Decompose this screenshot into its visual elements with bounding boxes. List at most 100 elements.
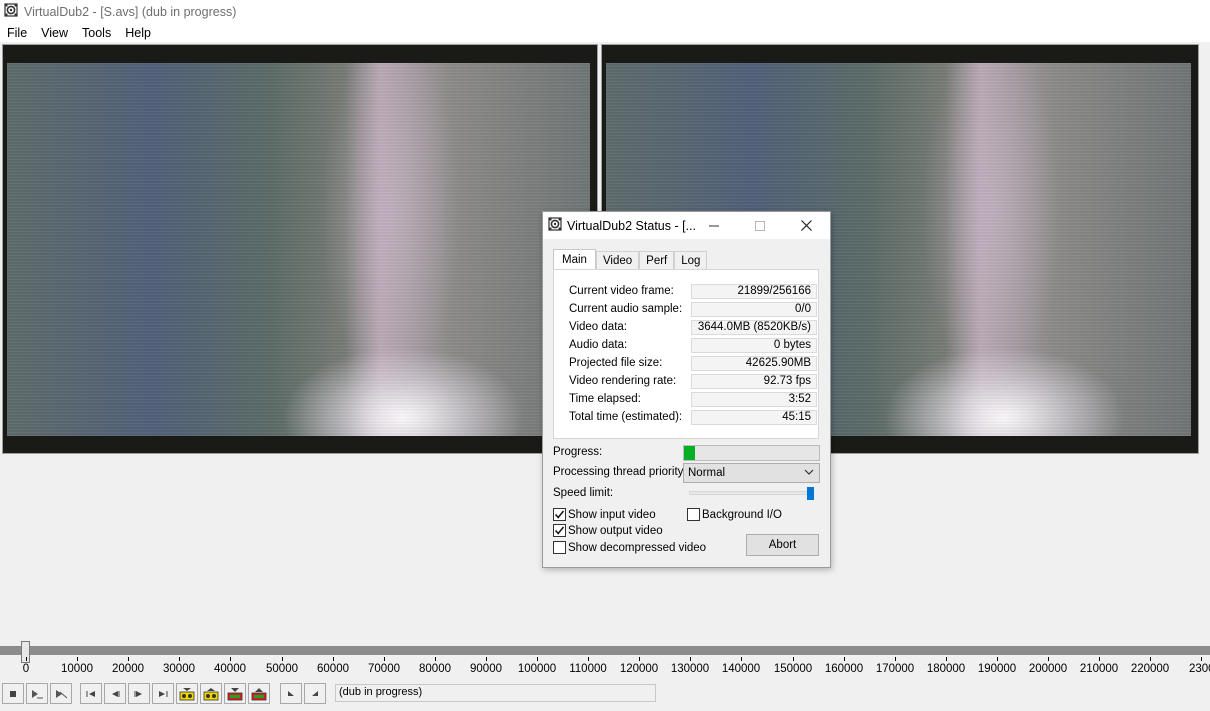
go-to-start-icon[interactable] bbox=[80, 683, 102, 704]
timeline-tick-label: 210000 bbox=[1079, 663, 1119, 675]
stat-label: Total time (estimated): bbox=[569, 411, 683, 423]
maximize-icon[interactable] bbox=[737, 212, 783, 239]
background-io-checkbox[interactable]: Background I/O bbox=[687, 508, 782, 521]
progress-fill bbox=[684, 446, 696, 460]
tab-main[interactable]: Main bbox=[553, 249, 596, 270]
timeline-tick bbox=[486, 657, 487, 661]
close-icon[interactable] bbox=[783, 212, 829, 239]
timeline-ruler: 0 10000 20000 30000 40000 50000 60000 70000 8000… bbox=[0, 657, 1210, 677]
show-decompressed-video-checkbox[interactable]: Show decompressed video bbox=[553, 541, 706, 554]
progress-bar bbox=[683, 445, 820, 461]
stat-label: Projected file size: bbox=[569, 357, 663, 369]
abort-button[interactable]: Abort bbox=[746, 534, 819, 556]
priority-select[interactable]: Normal bbox=[683, 463, 820, 483]
timeline-tick bbox=[793, 657, 794, 661]
window-title: VirtualDub2 - [S.avs] (dub in progress) bbox=[24, 4, 237, 19]
timeline-tick bbox=[128, 657, 129, 661]
checkbox-box[interactable] bbox=[553, 508, 566, 521]
go-to-end-icon[interactable] bbox=[152, 683, 174, 704]
progress-label: Progress: bbox=[553, 446, 603, 458]
timeline-tick-label: 50000 bbox=[266, 663, 298, 675]
stat-value: 21899/256166 bbox=[691, 283, 817, 299]
menu-help[interactable]: Help bbox=[118, 26, 158, 40]
stat-row: Projected file size: 42625.90MB bbox=[569, 354, 817, 372]
timeline-tick bbox=[639, 657, 640, 661]
play-output-icon[interactable] bbox=[50, 683, 72, 704]
stop-icon[interactable] bbox=[2, 683, 24, 704]
status-field: (dub in progress) bbox=[335, 684, 656, 702]
mark-in-icon[interactable] bbox=[280, 683, 302, 704]
stat-value: 0 bytes bbox=[691, 337, 817, 353]
stat-label: Time elapsed: bbox=[569, 393, 641, 405]
status-dialog-title: VirtualDub2 Status - [... bbox=[567, 218, 696, 233]
mark-out-icon[interactable] bbox=[304, 683, 326, 704]
stat-row: Video rendering rate: 92.73 fps bbox=[569, 372, 817, 390]
stat-value: 42625.90MB bbox=[691, 355, 817, 371]
timeline-tick bbox=[230, 657, 231, 661]
menu-bar: File View Tools Help bbox=[0, 23, 1210, 42]
priority-label: Processing thread priority: bbox=[553, 466, 687, 478]
checkbox-box[interactable] bbox=[687, 508, 700, 521]
timeline-tick-label: 70000 bbox=[368, 663, 400, 675]
timeline-tick-label: 60000 bbox=[317, 663, 349, 675]
minimize-icon[interactable] bbox=[691, 212, 737, 239]
timeline-tick-label: 90000 bbox=[470, 663, 502, 675]
stat-value: 3644.0MB (8520KB/s) bbox=[691, 319, 817, 335]
timeline-tick-label: 40000 bbox=[214, 663, 246, 675]
timeline-tick-label: 180000 bbox=[926, 663, 966, 675]
tab-perf[interactable]: Perf bbox=[639, 251, 675, 269]
timeline-tick-label: 170000 bbox=[875, 663, 915, 675]
previous-frame-icon[interactable] bbox=[104, 683, 126, 704]
previous-keyframe-icon[interactable] bbox=[176, 683, 198, 704]
timeline-tick bbox=[384, 657, 385, 661]
stat-value: 0/0 bbox=[691, 301, 817, 317]
virtualdub-app-icon[interactable] bbox=[4, 3, 18, 20]
timeline-tick-label: 160000 bbox=[824, 663, 864, 675]
speed-limit-slider-thumb[interactable] bbox=[807, 487, 814, 500]
input-video-pane[interactable] bbox=[2, 44, 598, 454]
timeline-tick bbox=[690, 657, 691, 661]
speed-limit-label: Speed limit: bbox=[553, 487, 614, 499]
timeline-tick bbox=[1099, 657, 1100, 661]
next-frame-icon[interactable] bbox=[128, 683, 150, 704]
previous-scene-icon[interactable] bbox=[224, 683, 246, 704]
show-output-video-checkbox[interactable]: Show output video bbox=[553, 524, 663, 537]
timeline-tick bbox=[997, 657, 998, 661]
stat-value: 45:15 bbox=[691, 409, 817, 425]
timeline-tick-label: 110000 bbox=[569, 663, 607, 675]
show-input-video-checkbox[interactable]: Show input video bbox=[553, 508, 656, 521]
timeline-tick-label: 100000 bbox=[517, 663, 557, 675]
timeline-tick-label: 140000 bbox=[721, 663, 761, 675]
timeline-tick-label: 10000 bbox=[61, 663, 93, 675]
timeline-tick-label: 220000 bbox=[1130, 663, 1170, 675]
stat-label: Video data: bbox=[569, 321, 627, 333]
timeline-tick bbox=[844, 657, 845, 661]
next-scene-icon[interactable] bbox=[248, 683, 270, 704]
stat-value: 3:52 bbox=[691, 391, 817, 407]
status-dialog-titlebar: VirtualDub2 Status - [... bbox=[543, 212, 830, 239]
tab-log[interactable]: Log bbox=[674, 251, 708, 269]
timeline-tick-label: 2300 bbox=[1189, 663, 1210, 675]
menu-file[interactable]: File bbox=[0, 26, 34, 40]
timeline-tick-label: 200000 bbox=[1028, 663, 1068, 675]
timeline-tick bbox=[26, 657, 27, 661]
tab-video[interactable]: Video bbox=[595, 251, 640, 269]
timeline-tick-label: 20000 bbox=[112, 663, 144, 675]
timeline-tick-label: 120000 bbox=[619, 663, 659, 675]
play-input-icon[interactable] bbox=[26, 683, 48, 704]
checkbox-box[interactable] bbox=[553, 541, 566, 554]
timeline-tick-label: 150000 bbox=[773, 663, 813, 675]
speed-limit-slider-track[interactable] bbox=[689, 491, 813, 495]
checkbox-box[interactable] bbox=[553, 524, 566, 537]
timeline-tick-label: 130000 bbox=[670, 663, 710, 675]
timeline-tick bbox=[77, 657, 78, 661]
timeline-track[interactable] bbox=[0, 646, 1210, 655]
menu-tools[interactable]: Tools bbox=[75, 26, 118, 40]
next-keyframe-icon[interactable] bbox=[200, 683, 222, 704]
timeline-tick bbox=[179, 657, 180, 661]
menu-view[interactable]: View bbox=[34, 26, 75, 40]
timeline-tick bbox=[282, 657, 283, 661]
timeline-tick bbox=[895, 657, 896, 661]
stat-row: Video data: 3644.0MB (8520KB/s) bbox=[569, 318, 817, 336]
stat-label: Video rendering rate: bbox=[569, 375, 677, 387]
